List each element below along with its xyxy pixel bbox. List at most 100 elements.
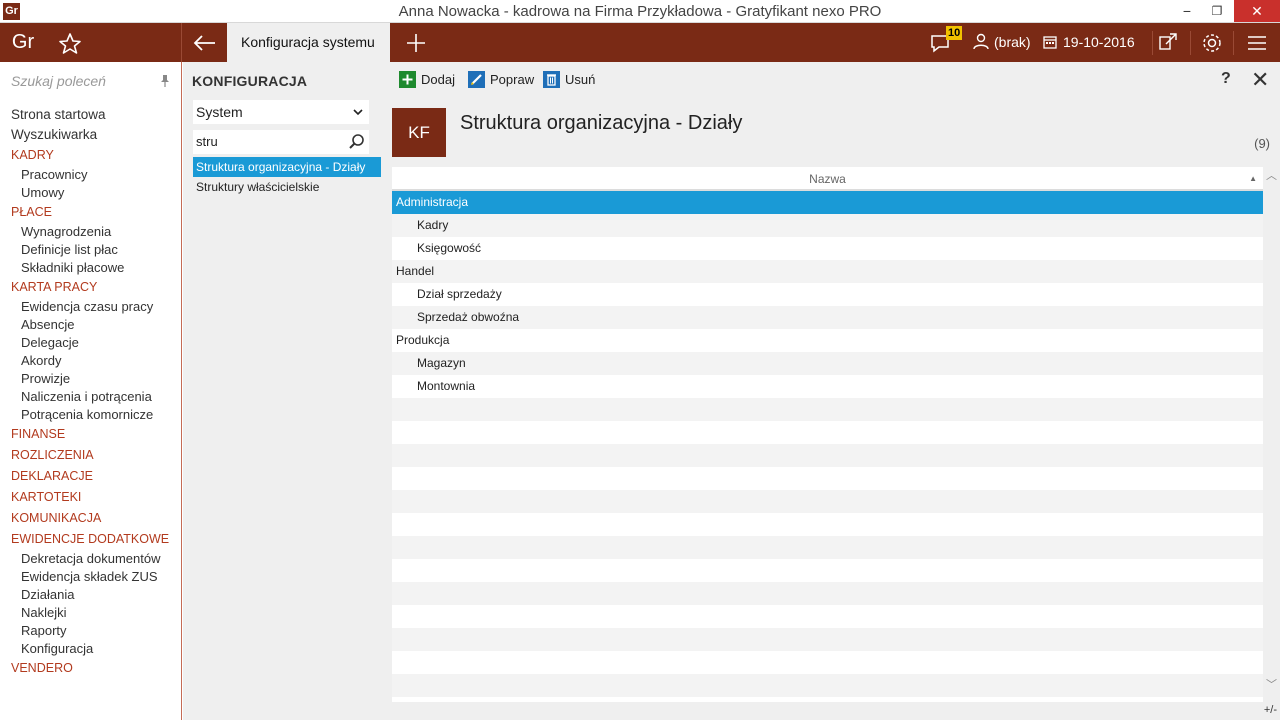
nav-item-6[interactable]: Wynagrodzenia [0,223,181,241]
favorites-star-icon[interactable] [55,29,85,57]
nav-section-9[interactable]: KARTA PRACY [0,277,181,298]
nav-item-16[interactable]: Potrącenia komornicze [0,406,181,424]
table-row[interactable]: Magazyn [392,352,1263,375]
nav-list: Strona startowa Wyszukiwarka KADRY Pracowni… [0,105,181,679]
nav-item-7[interactable]: Definicje list płac [0,241,181,259]
nav-item-4[interactable]: Umowy [0,184,181,202]
table-row[interactable]: Administracja [392,191,1263,214]
date-selector[interactable]: 19-10-2016 [1043,23,1135,62]
nav-item-8[interactable]: Składniki płacowe [0,259,181,277]
table-row[interactable]: Montownia [392,375,1263,398]
page-title: Struktura organizacyjna - Działy [460,112,743,134]
nav-section-17[interactable]: FINANSE [0,424,181,445]
config-search-value: stru [196,134,218,149]
sort-ascending-icon[interactable]: ▲ [1249,167,1257,191]
back-arrow-icon[interactable] [190,29,220,57]
search-icon[interactable] [348,133,366,151]
action-toolbar: Dodaj Popraw Usuń ? ✕ [383,62,1280,98]
empty-table-row [392,490,1263,513]
category-select[interactable]: System [193,100,369,124]
nav-item-3[interactable]: Pracownicy [0,166,181,184]
table-row[interactable]: Dział sprzedaży [392,283,1263,306]
command-search-input[interactable]: Szukaj poleceń [11,73,171,93]
delete-button[interactable]: Usuń [543,71,595,89]
nav-item-0[interactable]: Strona startowa [0,105,181,125]
table-row[interactable]: Handel [392,260,1263,283]
notifications-button[interactable]: 10 [929,26,965,57]
category-select-value: System [196,104,243,120]
nav-section-22[interactable]: EWIDENCJE DODATKOWE [0,529,181,550]
left-navigation: Szukaj poleceń Strona startowa Wyszukiwar… [0,62,182,720]
nav-item-11[interactable]: Absencje [0,316,181,334]
appbar-separator [1152,31,1153,55]
config-results-list: Struktura organizacyjna - Działy Struktur… [193,157,381,197]
table-row[interactable]: Kadry [392,214,1263,237]
empty-table-row [392,628,1263,651]
add-icon [399,71,416,88]
settings-gear-icon[interactable] [1198,29,1226,57]
operator-switch-icon[interactable] [1154,29,1182,57]
nav-section-2[interactable]: KADRY [0,145,181,166]
nav-item-15[interactable]: Naliczenia i potrącenia [0,388,181,406]
grid-rows: Administracja Kadry Księgowość Handel Dział … [392,191,1263,697]
nav-item-24[interactable]: Ewidencja składek ZUS [0,568,181,586]
edit-label: Popraw [490,72,535,87]
expand-collapse-toggle[interactable]: +/- [1264,704,1277,716]
close-view-button[interactable]: ✕ [1251,67,1269,93]
nav-section-19[interactable]: DEKLARACJE [0,466,181,487]
add-button[interactable]: Dodaj [399,71,455,89]
empty-table-row [392,651,1263,674]
edit-pencil-icon [468,71,485,88]
empty-table-row [392,398,1263,421]
appbar-divider [181,23,182,62]
departments-grid: Nazwa ▲ Administracja Kadry Księgowość Hand… [392,167,1263,702]
nav-item-13[interactable]: Akordy [0,352,181,370]
nav-section-5[interactable]: PŁACE [0,202,181,223]
restore-button[interactable]: ❐ [1203,0,1231,22]
nav-item-1[interactable]: Wyszukiwarka [0,125,181,145]
nav-item-25[interactable]: Działania [0,586,181,604]
nav-item-28[interactable]: Konfiguracja [0,640,181,658]
nav-section-20[interactable]: KARTOTEKI [0,487,181,508]
close-window-button[interactable]: ✕ [1234,0,1280,22]
nav-item-10[interactable]: Ewidencja czasu pracy [0,298,181,316]
new-tab-plus-icon[interactable] [402,29,430,57]
nav-section-29[interactable]: VENDERO [0,658,181,679]
table-row[interactable]: Sprzedaż obwoźna [392,306,1263,329]
scroll-down-icon[interactable]: ﹀ [1266,676,1277,692]
minimize-button[interactable]: − [1173,0,1201,22]
vertical-scrollbar[interactable]: ︿ ﹀ [1264,167,1280,692]
column-header-nazwa[interactable]: Nazwa ▲ [392,167,1263,191]
view-badge: KF [392,108,446,157]
scroll-up-icon[interactable]: ︿ [1266,167,1277,183]
user-label: (brak) [994,34,1031,50]
nav-item-12[interactable]: Delegacje [0,334,181,352]
nav-section-21[interactable]: KOMUNIKACJA [0,508,181,529]
configuration-panel: KONFIGURACJA System stru Struktura organ… [183,62,383,720]
user-selector[interactable]: (brak) [972,23,1031,62]
user-icon [973,33,989,50]
table-row[interactable]: Księgowość [392,237,1263,260]
tab-konfiguracja-systemu[interactable]: Konfiguracja systemu [227,23,390,62]
command-search-placeholder: Szukaj poleceń [11,73,106,89]
config-search-input[interactable]: stru [193,130,369,154]
nav-item-23[interactable]: Dekretacja dokumentów [0,550,181,568]
nav-item-14[interactable]: Prowizje [0,370,181,388]
table-row[interactable]: Produkcja [392,329,1263,352]
hamburger-menu-icon[interactable] [1243,29,1271,57]
empty-table-row [392,513,1263,536]
nav-item-27[interactable]: Raporty [0,622,181,640]
panel-heading: KONFIGURACJA [192,73,308,89]
add-label: Dodaj [421,72,455,87]
help-button[interactable]: ? [1221,70,1231,88]
nav-section-18[interactable]: ROZLICZENIA [0,445,181,466]
config-result-item[interactable]: Struktury właścicielskie [193,177,381,197]
nav-item-26[interactable]: Naklejki [0,604,181,622]
pin-icon[interactable] [159,74,171,88]
config-result-item[interactable]: Struktura organizacyjna - Działy [193,157,381,177]
edit-button[interactable]: Popraw [468,71,534,89]
date-label: 19-10-2016 [1063,34,1135,50]
empty-table-row [392,467,1263,490]
appbar-separator [1190,31,1191,55]
app-logo[interactable]: Gr [0,23,46,62]
